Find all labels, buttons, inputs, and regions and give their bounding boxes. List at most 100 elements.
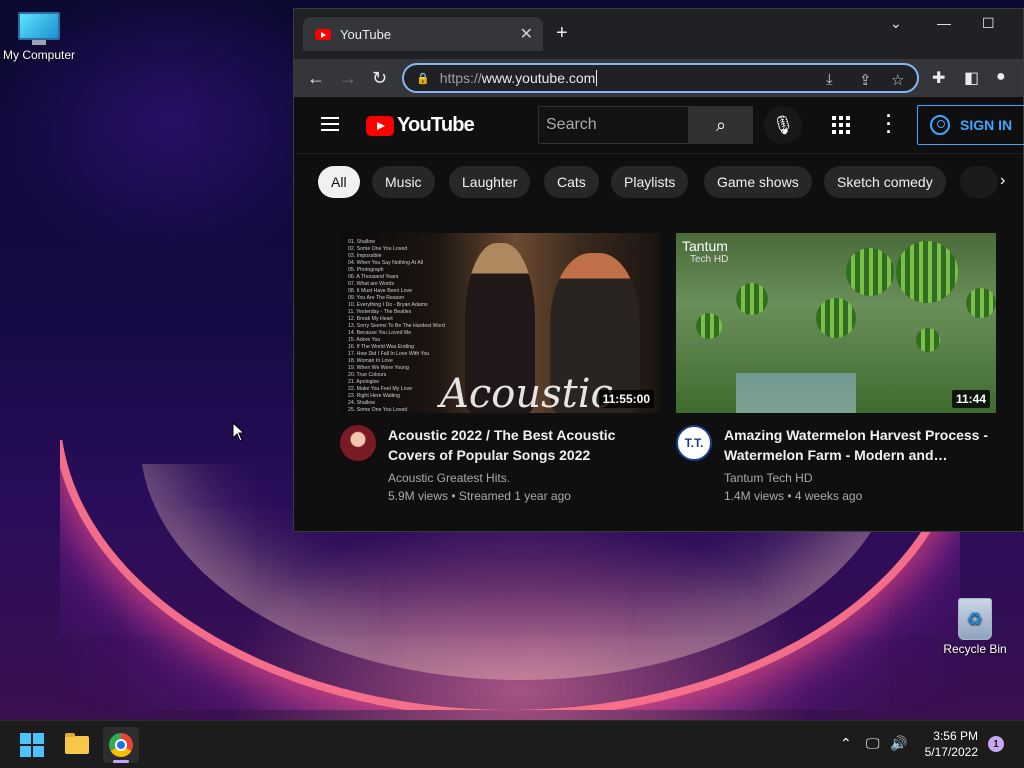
chrome-icon — [109, 733, 133, 757]
search-button[interactable]: ⌕ — [689, 106, 753, 144]
thumbnail-text: Acoustic — [440, 371, 613, 413]
menu-icon[interactable] — [321, 117, 339, 135]
tracklist-line: 09. You Are The Reason — [348, 295, 405, 301]
browser-toolbar: ← → ↻ 🔒 https://www.youtube.com ⤓ ⇪ ☆ ✚ … — [294, 59, 1023, 97]
chip-playlists[interactable]: Playlists — [611, 166, 689, 198]
logo-text: YouTube — [397, 114, 475, 136]
share-icon[interactable]: ⇪ — [859, 71, 872, 89]
desktop-icon-recycle-bin[interactable]: ♻ Recycle Bin — [935, 598, 1015, 656]
thumbnail-watermelon — [696, 313, 722, 339]
video-thumbnail[interactable]: Tantum Tech HD 11:44 — [676, 233, 996, 413]
chip-all[interactable]: All — [318, 166, 360, 198]
chip-sketch-comedy[interactable]: Sketch comedy — [824, 166, 946, 198]
start-button[interactable] — [14, 727, 50, 763]
channel-avatar[interactable] — [340, 425, 376, 461]
desktop-icon-my-computer[interactable]: My Computer — [0, 12, 79, 62]
forward-icon[interactable]: → — [339, 68, 357, 88]
url-host: www.youtube.com — [481, 70, 596, 86]
thumbnail-watermelon — [816, 298, 856, 338]
mouse-cursor-icon — [232, 422, 246, 442]
search-placeholder: Search — [546, 116, 597, 133]
tracklist-line: 08. It Must Have Been Love — [348, 288, 413, 294]
youtube-play-icon — [366, 115, 394, 136]
taskbar-chrome[interactable] — [103, 727, 139, 763]
side-panel-icon[interactable]: ◧ — [964, 68, 979, 88]
lock-icon[interactable]: 🔒 — [416, 72, 430, 85]
chip-game-shows[interactable]: Game shows — [704, 166, 812, 198]
tracklist-line: 01. Shallow — [348, 239, 375, 245]
video-meta: T.T. Amazing Watermelon Harvest Process … — [676, 425, 996, 503]
video-duration: 11:55:00 — [598, 390, 654, 408]
tracklist-line: 07. What are Words — [348, 281, 395, 287]
tracklist-line: 04. When You Say Nothing At All — [348, 260, 423, 266]
tab-search-chevron-icon[interactable]: ⌄ — [890, 15, 902, 32]
tracklist-line: 23. Right Here Waiting — [348, 393, 400, 399]
close-tab-icon[interactable]: ✕ — [520, 24, 533, 44]
thumbnail-watermelon — [846, 248, 894, 296]
video-stats: 5.9M views • Streamed 1 year ago — [388, 489, 571, 503]
video-title[interactable]: Acoustic 2022 / The Best Acoustic Covers… — [388, 425, 660, 465]
tab-youtube[interactable]: YouTube ✕ — [303, 17, 543, 51]
tracklist-line: 25. Some One You Loved — [348, 407, 408, 413]
apps-grid-icon[interactable] — [832, 116, 850, 134]
tracklist-line: 20. True Colours — [348, 372, 387, 378]
maximize-icon[interactable]: ☐ — [982, 15, 995, 32]
notification-badge[interactable]: 1 — [988, 736, 1004, 752]
youtube-logo[interactable]: YouTube — [366, 114, 475, 137]
search-input[interactable]: Search — [538, 106, 689, 144]
chevron-up-icon[interactable]: ⌃ — [840, 735, 852, 752]
profile-icon[interactable]: ● — [996, 68, 1006, 86]
reload-icon[interactable]: ↻ — [372, 68, 387, 88]
chip-cats[interactable]: Cats — [544, 166, 599, 198]
tracklist-line: 17. How Did I Fall In Love With You — [348, 351, 430, 357]
browser-window: YouTube ✕ + ⌄ — ☐ ← → ↻ 🔒 https://www.yo… — [293, 8, 1024, 532]
tracklist-line: 24. Shallow — [348, 400, 375, 406]
channel-name[interactable]: Tantum Tech HD — [724, 471, 996, 485]
video-stats: 1.4M views • 4 weeks ago — [724, 489, 863, 503]
install-app-icon[interactable]: ⤓ — [826, 71, 833, 88]
back-icon[interactable]: ← — [307, 68, 325, 88]
new-tab-icon[interactable]: + — [556, 23, 568, 43]
taskbar: ⌃ 🖵 🔊 3:56 PM 5/17/2022 1 — [0, 720, 1024, 768]
thumbnail-tracklist: 01. Shallow 02. Some One You Loved 03. Imp… — [348, 239, 445, 413]
system-clock[interactable]: 3:56 PM 5/17/2022 — [920, 728, 978, 760]
tracklist-line: 03. Impossible — [348, 253, 382, 259]
chip-laughter[interactable]: Laughter — [449, 166, 531, 198]
video-meta: Acoustic 2022 / The Best Acoustic Covers… — [340, 425, 660, 503]
channel-avatar[interactable]: T.T. — [676, 425, 712, 461]
tracklist-line: 10. Everything I Do - Bryan Adams — [348, 302, 428, 308]
windows-logo-icon — [20, 733, 44, 757]
thumbnail-watermelon — [916, 328, 940, 352]
search-icon: ⌕ — [715, 114, 727, 135]
voice-search-button[interactable]: 🎙 — [764, 106, 802, 144]
folder-icon — [65, 733, 89, 754]
chip-overflow[interactable] — [960, 166, 998, 198]
settings-more-icon[interactable]: · · · — [886, 107, 892, 141]
sign-in-button[interactable]: SIGN IN — [917, 105, 1024, 145]
extensions-icon[interactable]: ✚ — [932, 68, 945, 88]
video-duration: 11:44 — [951, 390, 990, 408]
video-title[interactable]: Amazing Watermelon Harvest Process - Wat… — [724, 425, 996, 465]
volume-icon[interactable]: 🔊 — [890, 735, 907, 752]
clock-date: 5/17/2022 — [924, 745, 978, 759]
chip-music[interactable]: Music — [372, 166, 435, 198]
taskbar-file-explorer[interactable] — [59, 727, 95, 763]
tracklist-line: 14. Because You Loved Me — [348, 330, 412, 336]
url-scheme: https:// — [439, 70, 482, 86]
channel-name[interactable]: Acoustic Greatest Hits. — [388, 471, 660, 485]
microphone-icon: 🎙 — [771, 114, 795, 135]
youtube-favicon-icon — [315, 28, 331, 40]
video-card[interactable]: Tantum Tech HD 11:44 T.T. Amazing Waterm… — [676, 233, 996, 503]
tracklist-line: 02. Some One You Loved — [348, 246, 408, 252]
video-card[interactable]: 01. Shallow 02. Some One You Loved 03. Imp… — [340, 233, 660, 503]
chevron-right-icon[interactable]: › — [1000, 172, 1005, 190]
thumbnail-brand: Tantum Tech HD — [682, 238, 729, 265]
tracklist-line: 22. Make You Feel My Love — [348, 386, 413, 392]
tracklist-line: 13. Sorry Seems To Be The Hardest Word — [348, 323, 445, 329]
bookmark-star-icon[interactable]: ☆ — [891, 71, 904, 89]
video-thumbnail[interactable]: 01. Shallow 02. Some One You Loved 03. Imp… — [340, 233, 660, 413]
youtube-header: YouTube Search ⌕ 🎙 · · · SIGN IN — [294, 97, 1024, 153]
address-bar[interactable]: 🔒 https://www.youtube.com ⤓ ⇪ ☆ — [402, 63, 919, 93]
minimize-icon[interactable]: — — [937, 15, 951, 31]
network-icon[interactable]: 🖵 — [866, 735, 880, 752]
